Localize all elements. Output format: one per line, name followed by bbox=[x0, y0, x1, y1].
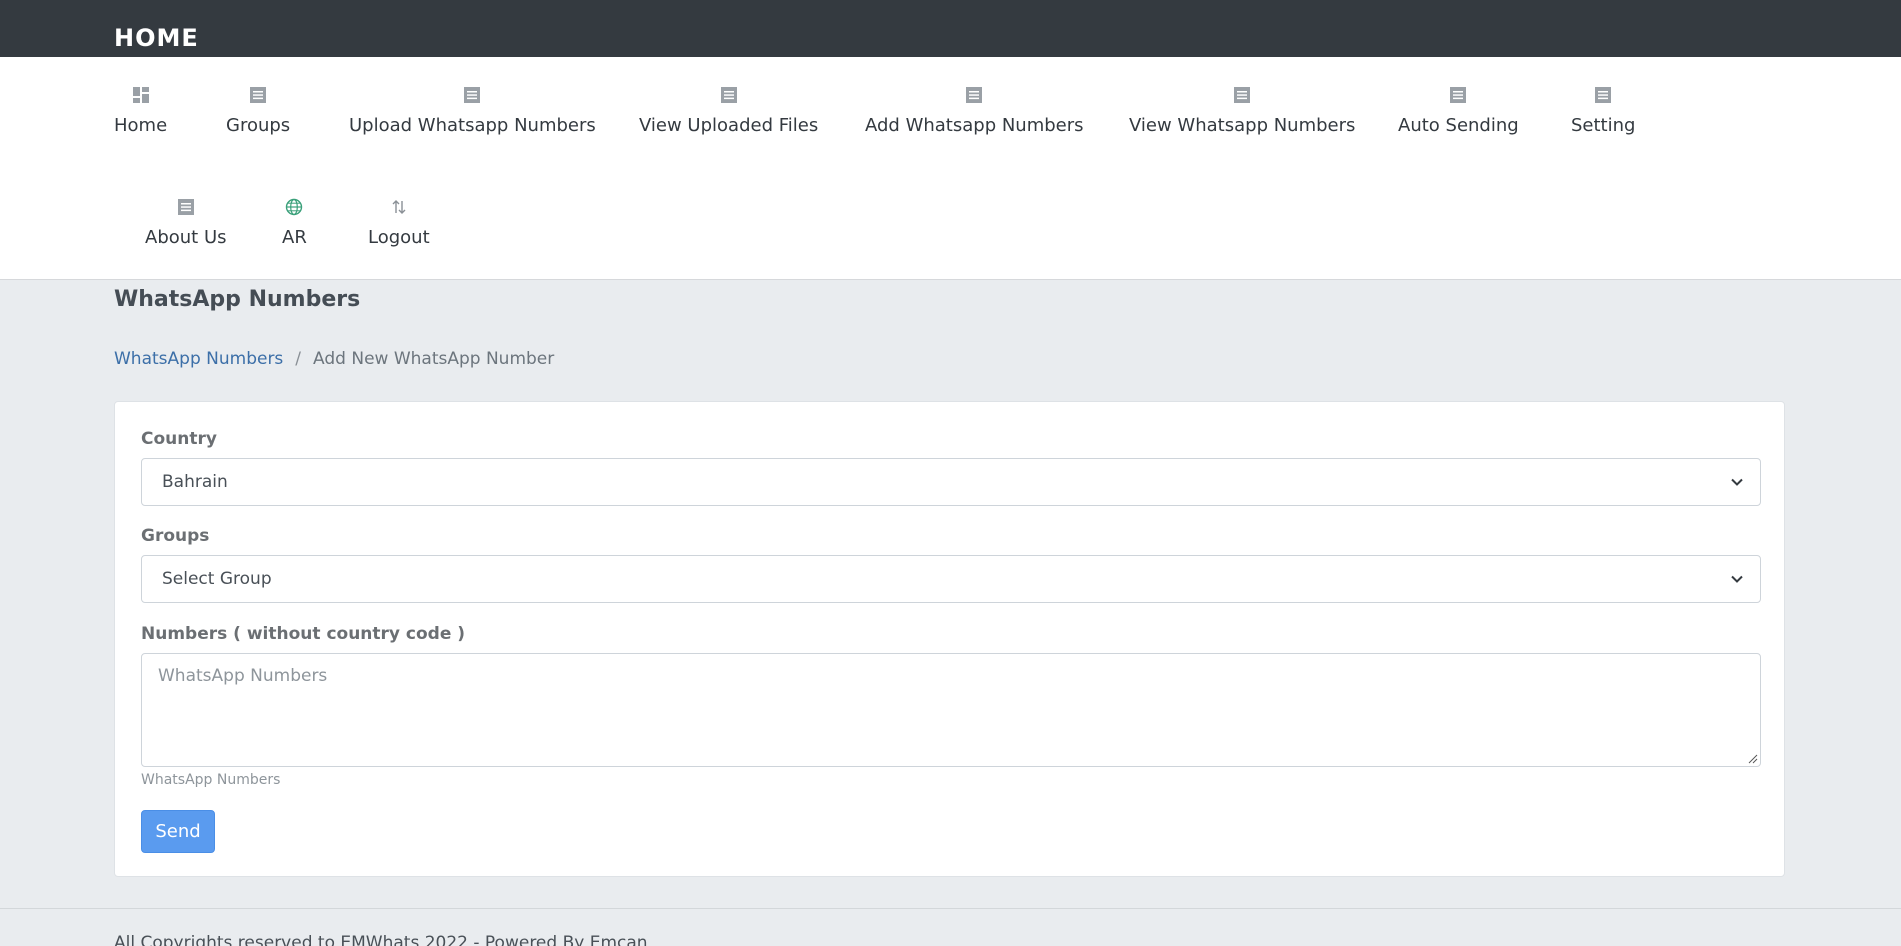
breadcrumb-current: Add New WhatsApp Number bbox=[313, 349, 555, 369]
nav-label-auto-sending: Auto Sending bbox=[1398, 115, 1519, 136]
nav-item-auto-sending[interactable]: Auto Sending bbox=[1398, 86, 1519, 136]
nav-label-view-uploaded-files: View Uploaded Files bbox=[639, 115, 819, 136]
nav-label-about-us: About Us bbox=[145, 227, 227, 248]
globe-icon bbox=[286, 198, 303, 216]
add-number-form-card: Country Bahrain Groups Select Group Numb… bbox=[114, 401, 1785, 877]
nav-label-add-whatsapp-numbers: Add Whatsapp Numbers bbox=[865, 115, 1084, 136]
page-title: WhatsApp Numbers bbox=[114, 287, 361, 312]
nav-item-view-uploaded-files[interactable]: View Uploaded Files bbox=[639, 86, 818, 136]
numbers-textarea[interactable]: WhatsApp Numbers bbox=[141, 653, 1761, 767]
country-select[interactable]: Bahrain bbox=[141, 458, 1761, 506]
top-header-bar: HOME bbox=[0, 0, 1901, 57]
nav-item-setting[interactable]: Setting bbox=[1571, 86, 1635, 136]
send-button[interactable]: Send bbox=[141, 810, 215, 853]
country-select-value: Bahrain bbox=[162, 472, 228, 492]
nav-label-upload-whatsapp-numbers: Upload Whatsapp Numbers bbox=[349, 115, 596, 136]
sort-arrows-icon bbox=[392, 200, 406, 214]
list-icon bbox=[720, 87, 737, 103]
list-icon bbox=[464, 87, 481, 103]
breadcrumb-link-whatsapp-numbers[interactable]: WhatsApp Numbers bbox=[114, 349, 283, 369]
dashboard-icon bbox=[132, 87, 149, 103]
main-navigation: Home Groups Upload Whatsapp Numbers View… bbox=[0, 57, 1901, 280]
nav-label-home: Home bbox=[114, 115, 168, 136]
nav-item-ar-language[interactable]: AR bbox=[282, 198, 307, 248]
nav-label-groups: Groups bbox=[226, 115, 291, 136]
nav-item-home[interactable]: Home bbox=[114, 86, 167, 136]
footer-copyright: All Copyrights reserved to EMWhats 2022 … bbox=[114, 933, 648, 946]
numbers-label: Numbers ( without country code ) bbox=[141, 624, 466, 644]
groups-label: Groups bbox=[141, 526, 210, 546]
groups-select-value: Select Group bbox=[162, 569, 272, 589]
list-icon bbox=[1234, 87, 1251, 103]
breadcrumb: WhatsApp Numbers / Add New WhatsApp Numb… bbox=[114, 349, 554, 369]
country-label: Country bbox=[141, 429, 217, 449]
list-icon bbox=[1450, 87, 1467, 103]
chevron-down-icon bbox=[1731, 478, 1743, 486]
nav-item-upload-whatsapp-numbers[interactable]: Upload Whatsapp Numbers bbox=[349, 86, 596, 136]
nav-item-add-whatsapp-numbers[interactable]: Add Whatsapp Numbers bbox=[865, 86, 1084, 136]
list-icon bbox=[177, 199, 194, 215]
nav-label-view-whatsapp-numbers: View Whatsapp Numbers bbox=[1129, 115, 1356, 136]
list-icon bbox=[250, 87, 267, 103]
chevron-down-icon bbox=[1731, 575, 1743, 583]
nav-item-groups[interactable]: Groups bbox=[226, 86, 290, 136]
breadcrumb-separator: / bbox=[295, 349, 302, 369]
nav-item-view-whatsapp-numbers[interactable]: View Whatsapp Numbers bbox=[1129, 86, 1355, 136]
numbers-help-text: WhatsApp Numbers bbox=[141, 772, 281, 788]
nav-label-setting: Setting bbox=[1571, 115, 1636, 136]
groups-select[interactable]: Select Group bbox=[141, 555, 1761, 603]
numbers-textarea-placeholder: WhatsApp Numbers bbox=[158, 666, 328, 686]
brand-title[interactable]: HOME bbox=[114, 24, 199, 52]
footer-divider bbox=[0, 908, 1901, 909]
list-icon bbox=[1595, 87, 1612, 103]
nav-item-logout[interactable]: Logout bbox=[368, 198, 430, 248]
nav-item-about-us[interactable]: About Us bbox=[145, 198, 227, 248]
nav-label-ar: AR bbox=[282, 227, 307, 248]
resize-grip-icon[interactable] bbox=[1746, 752, 1758, 764]
list-icon bbox=[966, 87, 983, 103]
nav-label-logout: Logout bbox=[368, 227, 430, 248]
